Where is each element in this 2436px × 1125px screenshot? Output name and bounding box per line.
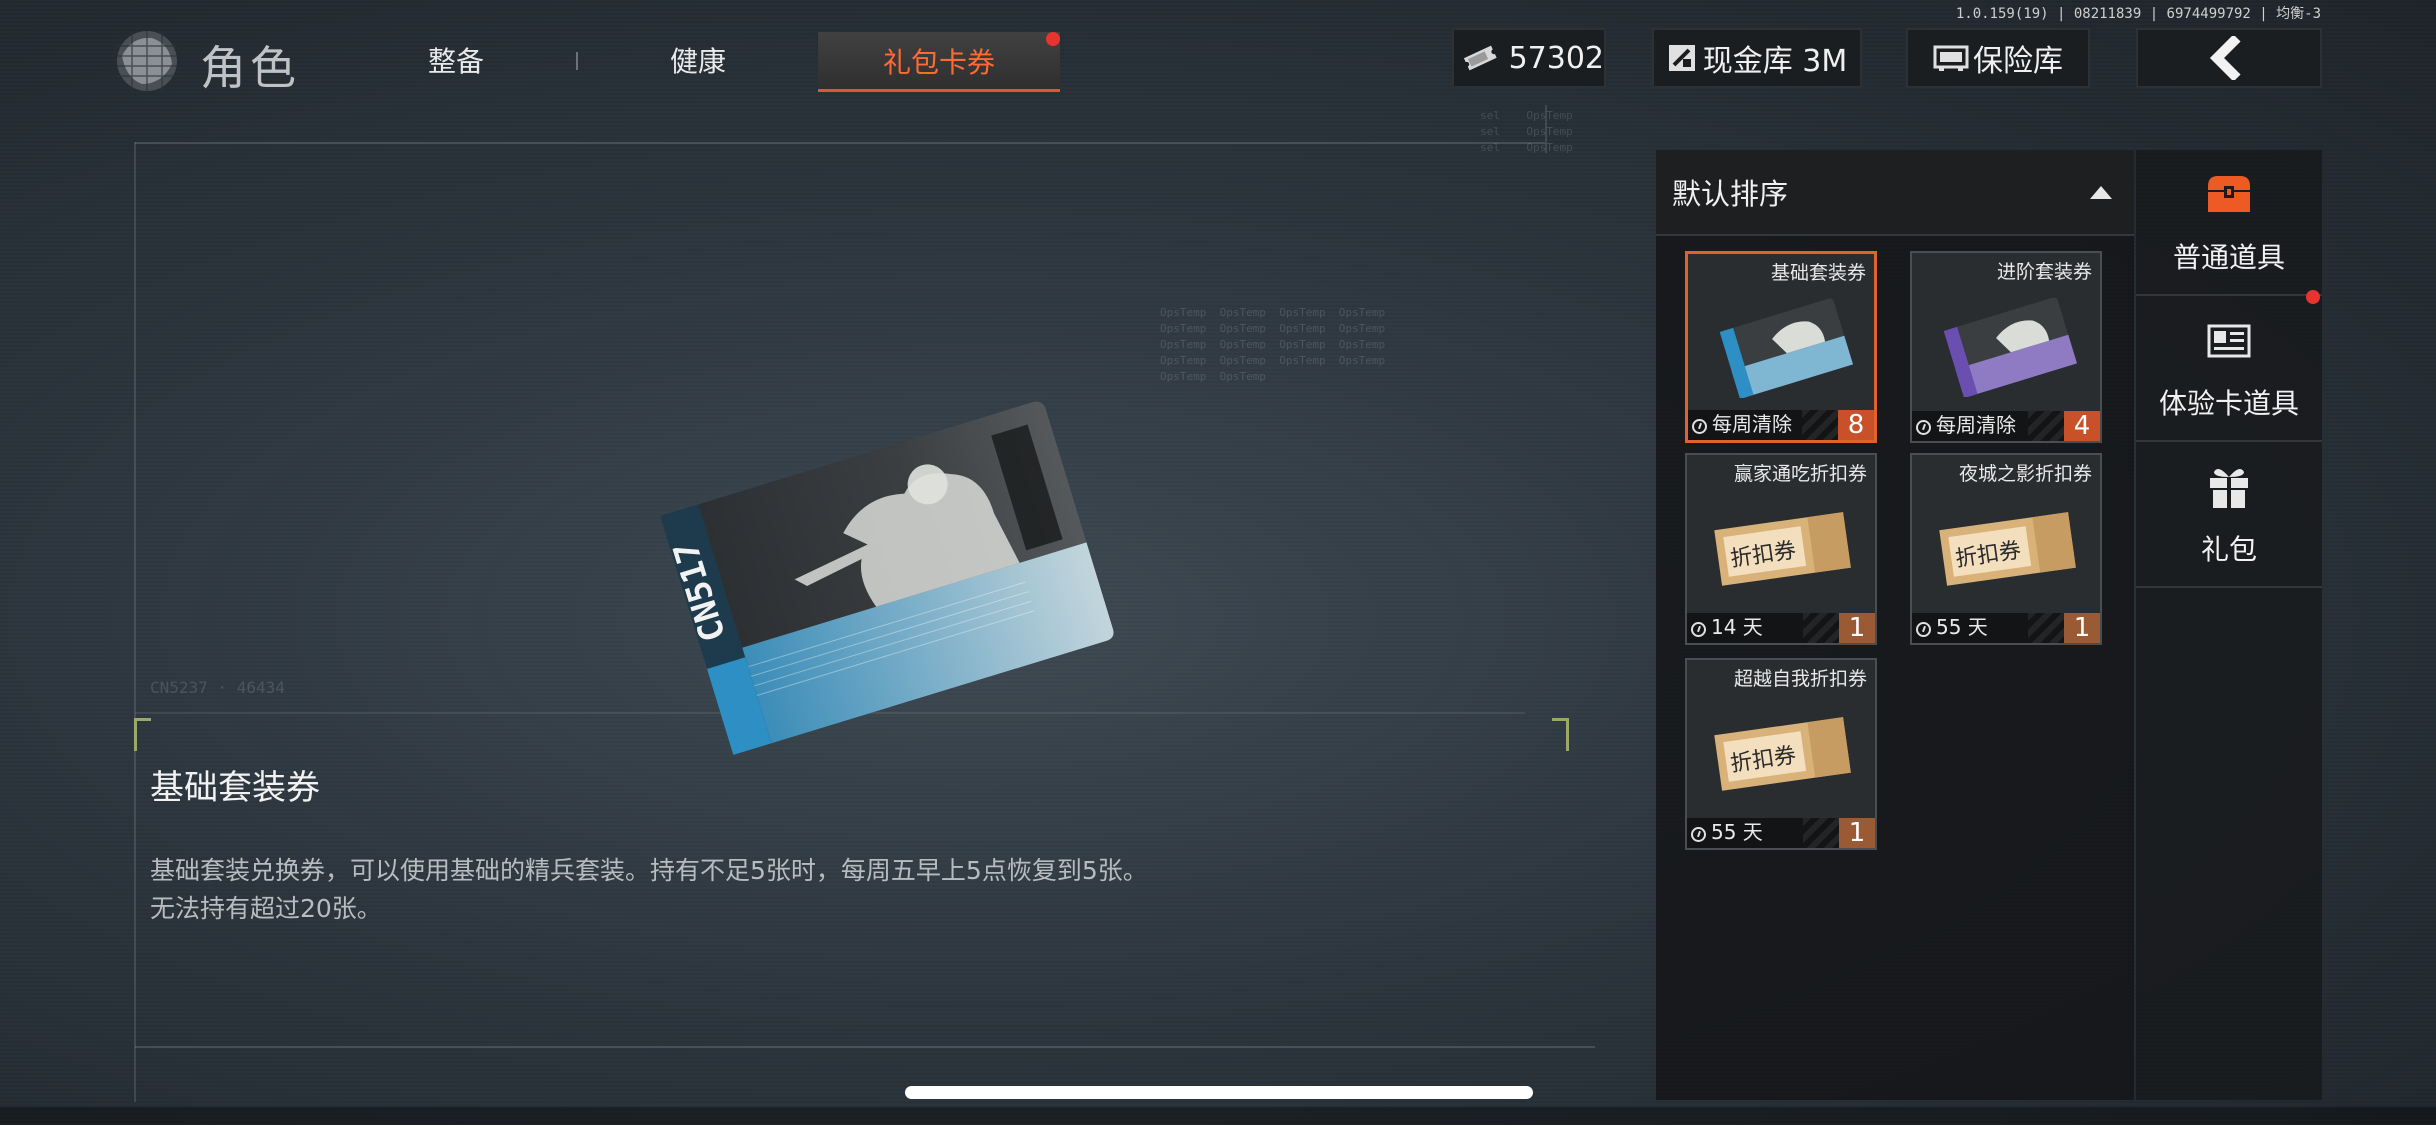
hud-code-text: CN5237 · 46434 — [150, 678, 285, 697]
category-label: 体验卡道具 — [2158, 387, 2299, 420]
chevron-left-icon — [2209, 36, 2241, 80]
discount-ticket-thumbnail: 折扣券 — [1714, 512, 1851, 586]
sort-label: 默认排序 — [1672, 177, 1789, 211]
bottom-edge — [0, 1107, 2436, 1125]
cash-vault-button[interactable]: 现金库 3M — [1652, 28, 1862, 88]
cash-vault-icon — [1668, 45, 1695, 71]
tab-gift-vouchers[interactable]: 礼包卡券 — [818, 32, 1060, 92]
item-card-count: 1 — [2064, 613, 2100, 643]
category-gift-packs[interactable]: 礼包 — [2136, 442, 2322, 588]
globe-logo-icon — [117, 31, 177, 91]
category-normal-items[interactable]: 普通道具 — [2136, 150, 2322, 296]
item-card-name: 赢家通吃折扣券 — [1733, 463, 1867, 485]
item-card-count: 4 — [2064, 411, 2100, 441]
id-card-icon — [2207, 324, 2251, 358]
item-description: 基础套装兑换券，可以使用基础的精兵套装。持有不足5张时，每周五早上5点恢复到5张… — [150, 852, 1350, 928]
item-card-expiry: 每周清除 — [1936, 413, 2016, 437]
item-card-count: 1 — [1839, 613, 1875, 643]
blue-ticket-thumbnail — [1719, 298, 1854, 398]
hud-line — [134, 142, 136, 1102]
item-card[interactable]: 超越自我折扣券 折扣券 55 天 1 — [1685, 658, 1877, 850]
selected-item-image: CN517 — [660, 399, 1116, 756]
hud-code-text: OpsTemp OpsTemp OpsTemp OpsTemp OpsTemp … — [1160, 306, 1386, 383]
page-title: 角色 — [200, 41, 300, 95]
currency-display[interactable]: 57302 — [1452, 28, 1606, 88]
clock-icon — [1691, 827, 1706, 842]
tab-separator — [576, 52, 578, 70]
clock-icon — [1916, 420, 1931, 435]
item-card[interactable]: 夜城之影折扣券 折扣券 55 天 1 — [1910, 453, 2102, 645]
item-title: 基础套装券 — [150, 768, 320, 808]
tab-health[interactable]: 健康 — [670, 40, 726, 80]
safe-box-icon — [1933, 45, 1969, 71]
clock-icon — [1691, 622, 1706, 637]
discount-ticket-thumbnail: 折扣券 — [1939, 512, 2076, 586]
item-card-name: 基础套装券 — [1770, 262, 1866, 284]
item-card-expiry: 55 天 — [1936, 615, 1988, 639]
category-label: 礼包 — [2200, 533, 2257, 566]
item-card-name: 夜城之影折扣券 — [1958, 463, 2092, 485]
hud-line — [135, 142, 1545, 144]
safe-box-button[interactable]: 保险库 — [1906, 28, 2090, 88]
treasure-chest-icon — [2208, 176, 2250, 212]
hud-corner — [1552, 718, 1569, 751]
item-card[interactable]: 赢家通吃折扣券 折扣券 14 天 1 — [1685, 453, 1877, 645]
purple-ticket-thumbnail — [1943, 297, 2078, 397]
notification-dot — [2306, 290, 2320, 304]
item-card-expiry: 每周清除 — [1712, 412, 1792, 436]
item-card-expiry: 14 天 — [1711, 615, 1763, 639]
category-label: 普通道具 — [2172, 241, 2285, 274]
item-description-line: 基础套装兑换券，可以使用基础的精兵套装。持有不足5张时，每周五早上5点恢复到5张… — [150, 856, 1148, 885]
hud-corner — [134, 718, 151, 751]
category-trial-cards[interactable]: 体验卡道具 — [2136, 296, 2322, 442]
notification-dot — [1046, 32, 1060, 46]
tab-equipment[interactable]: 整备 — [428, 40, 484, 80]
hud-line — [135, 1046, 1595, 1048]
safe-box-label: 保险库 — [1973, 44, 2063, 79]
item-card-expiry: 55 天 — [1711, 820, 1763, 844]
item-card-count: 1 — [1839, 818, 1875, 848]
item-card-name: 进阶套装券 — [1996, 261, 2092, 283]
item-card-name: 超越自我折扣券 — [1733, 668, 1867, 690]
back-button[interactable] — [2136, 28, 2322, 88]
hud-code-text: sel OpsTemp sel OpsTemp sel OpsTemp — [1480, 109, 1573, 154]
item-card[interactable]: 基础套装券 每周清除 8 — [1685, 251, 1877, 443]
cash-vault-label: 现金库 3M — [1702, 44, 1848, 79]
gift-icon — [2210, 468, 2248, 508]
ticket-icon — [1463, 45, 1497, 71]
home-indicator[interactable] — [905, 1086, 1533, 1099]
item-card[interactable]: 进阶套装券 每周清除 4 — [1910, 251, 2102, 443]
sort-dropdown[interactable]: 默认排序 — [1656, 150, 2134, 236]
currency-value: 57302 — [1508, 40, 1604, 76]
version-text: 1.0.159(19) | 08211839 | 6974499792 | 均衡… — [1955, 6, 2321, 22]
item-description-line: 无法持有超过20张。 — [150, 894, 382, 923]
discount-ticket-thumbnail: 折扣券 — [1714, 717, 1851, 791]
clock-icon — [1692, 419, 1707, 434]
clock-icon — [1916, 622, 1931, 637]
item-card-count: 8 — [1838, 410, 1874, 440]
chevron-up-icon — [2090, 186, 2112, 199]
tab-gift-vouchers-label: 礼包卡券 — [882, 45, 995, 79]
